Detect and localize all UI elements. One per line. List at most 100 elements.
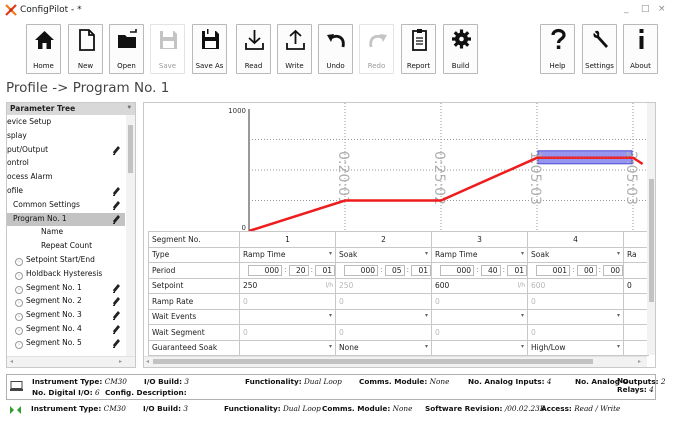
dropdown-arrow-icon[interactable]: ▾: [425, 343, 428, 350]
tree-horizontal-scrollbar[interactable]: ◂ ▸: [7, 356, 135, 367]
period-field[interactable]: 40: [480, 264, 501, 276]
scroll-left-icon[interactable]: ◂: [10, 358, 13, 365]
tree-item[interactable]: › Segment No. 3: [7, 309, 125, 322]
pin-icon[interactable]: ᵠ: [128, 104, 131, 112]
expand-icon[interactable]: ›: [15, 327, 23, 335]
build-button[interactable]: Build: [443, 24, 478, 74]
write-button[interactable]: Write: [277, 24, 312, 74]
grid-cell[interactable]: 250: [335, 277, 432, 294]
grid-cell[interactable]: 600: [527, 277, 624, 294]
tree-item[interactable]: › Holdback Hysteresis: [7, 268, 125, 281]
grid-cell[interactable]: 000:20:01: [239, 262, 336, 279]
period-field[interactable]: 00: [576, 264, 597, 276]
dropdown-arrow-icon[interactable]: ▾: [521, 250, 524, 257]
expand-icon[interactable]: ›: [15, 285, 23, 294]
tree-item[interactable]: evice Setup: [7, 116, 125, 129]
dropdown-arrow-icon[interactable]: ▾: [521, 312, 524, 319]
dropdown-arrow-icon[interactable]: ▾: [329, 250, 332, 257]
editor-hscroll-thumb[interactable]: [153, 359, 593, 364]
grid-cell[interactable]: 0: [527, 293, 624, 310]
report-button[interactable]: Report: [401, 24, 436, 74]
grid-cell[interactable]: 001:00:00: [527, 262, 624, 279]
expand-icon[interactable]: ›: [15, 258, 23, 266]
dropdown-arrow-icon[interactable]: ▾: [521, 343, 524, 350]
period-field[interactable]: 000: [440, 264, 474, 276]
dropdown-arrow-icon[interactable]: ▾: [425, 312, 428, 319]
period-field[interactable]: 01: [507, 264, 527, 276]
grid-cell[interactable]: 0: [431, 293, 528, 310]
tree-item[interactable]: ocess Alarm: [7, 171, 125, 184]
read-button[interactable]: Read: [236, 24, 271, 74]
maximize-button[interactable]: □: [641, 4, 650, 14]
grid-cell[interactable]: 250 l/h: [239, 277, 336, 294]
tree-item[interactable]: ofile: [7, 185, 125, 198]
period-field[interactable]: 000: [344, 264, 378, 276]
grid-cell[interactable]: Soak ▾: [335, 246, 432, 263]
scroll-right-icon[interactable]: ▸: [638, 358, 641, 365]
home-button[interactable]: Home: [26, 24, 61, 74]
grid-cell[interactable]: [623, 293, 649, 310]
grid-cell[interactable]: 000:40:01: [431, 262, 528, 279]
dropdown-arrow-icon[interactable]: ▾: [329, 312, 332, 319]
grid-cell[interactable]: ▾: [431, 308, 528, 325]
period-field[interactable]: 00: [603, 264, 623, 276]
expand-icon[interactable]: ›: [15, 299, 23, 308]
dropdown-arrow-icon[interactable]: ▾: [617, 343, 620, 350]
expand-icon[interactable]: ›: [15, 340, 23, 349]
grid-cell[interactable]: None ▾: [335, 339, 432, 356]
grid-cell[interactable]: 0: [527, 324, 624, 341]
grid-cell[interactable]: ▾: [527, 308, 624, 325]
tree-item[interactable]: › Setpoint Start/End: [7, 254, 125, 267]
dropdown-arrow-icon[interactable]: ▾: [329, 343, 332, 350]
tree-item[interactable]: › Segment No. 4: [7, 323, 125, 336]
tree-item[interactable]: › Segment No. 5: [7, 337, 125, 350]
grid-cell[interactable]: [623, 308, 649, 325]
period-field[interactable]: 01: [411, 264, 431, 276]
grid-cell[interactable]: 0: [335, 324, 432, 341]
dropdown-arrow-icon[interactable]: ▾: [617, 312, 620, 319]
tree-item[interactable]: splay: [7, 130, 125, 143]
grid-cell[interactable]: 600 l/h: [431, 277, 528, 294]
expand-icon[interactable]: ›: [15, 313, 23, 322]
grid-cell[interactable]: ▾: [431, 339, 528, 356]
scroll-right-icon[interactable]: ▸: [119, 358, 122, 365]
save-as-button[interactable]: Save As: [192, 24, 227, 74]
about-button[interactable]: About: [623, 24, 658, 74]
grid-cell[interactable]: [623, 324, 649, 341]
period-field[interactable]: 01: [315, 264, 335, 276]
new-button[interactable]: New: [68, 24, 103, 74]
minimize-button[interactable]: _: [624, 4, 629, 14]
redo-button[interactable]: Redo: [359, 24, 394, 74]
grid-cell[interactable]: Ramp Time ▾: [239, 246, 336, 263]
grid-cell[interactable]: [623, 262, 649, 279]
tree-item[interactable]: Common Settings: [7, 199, 125, 212]
tree-item[interactable]: Program No. 1: [7, 212, 125, 226]
period-field[interactable]: 001: [536, 264, 570, 276]
grid-cell[interactable]: Ramp Time ▾: [431, 246, 528, 263]
grid-cell[interactable]: 0: [335, 293, 432, 310]
period-field[interactable]: 05: [384, 264, 405, 276]
grid-cell[interactable]: 0: [431, 324, 528, 341]
grid-cell[interactable]: High/Low ▾: [527, 339, 624, 356]
grid-cell[interactable]: [623, 339, 649, 356]
grid-cell[interactable]: ▾: [239, 308, 336, 325]
grid-cell[interactable]: 0: [623, 277, 649, 294]
editor-scroll-thumb[interactable]: [649, 179, 654, 302]
close-button[interactable]: ×: [658, 4, 666, 14]
grid-cell[interactable]: Soak ▾: [527, 246, 624, 263]
grid-cell[interactable]: 0: [239, 324, 336, 341]
grid-cell[interactable]: 000:05:01: [335, 262, 432, 279]
tree-item[interactable]: › Segment No. 1: [7, 282, 125, 295]
tree-item[interactable]: › Segment No. 2: [7, 295, 125, 308]
tree-item[interactable]: put/Output: [7, 144, 125, 157]
tree-item[interactable]: Repeat Count: [7, 240, 125, 253]
grid-cell[interactable]: 0: [239, 293, 336, 310]
dropdown-arrow-icon[interactable]: ▾: [425, 250, 428, 257]
period-field[interactable]: 000: [248, 264, 282, 276]
tree-scroll-thumb[interactable]: [128, 125, 133, 173]
help-button[interactable]: Help: [540, 24, 575, 74]
save-button[interactable]: Save: [150, 24, 185, 74]
grid-cell[interactable]: ▾: [239, 339, 336, 356]
settings-button[interactable]: Settings: [582, 24, 617, 74]
grid-cell[interactable]: ▾: [335, 308, 432, 325]
